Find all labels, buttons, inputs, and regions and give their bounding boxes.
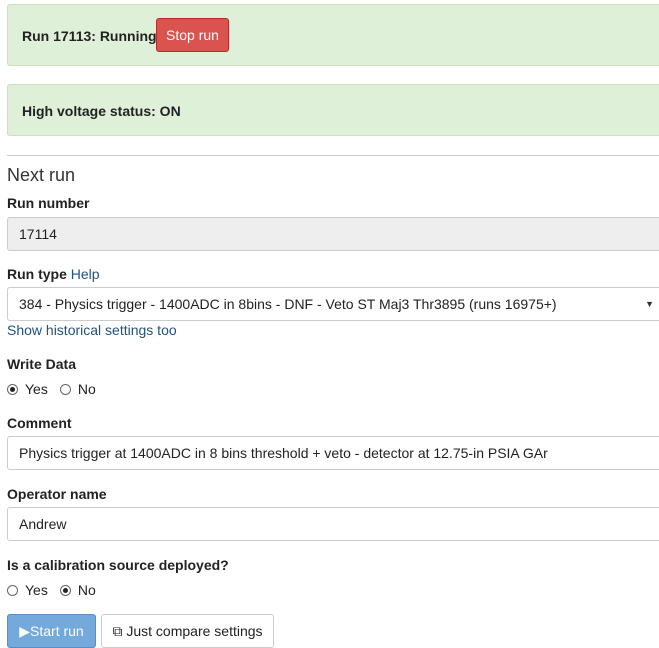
- calibration-no-label[interactable]: No: [78, 582, 96, 598]
- play-icon: ▶: [19, 623, 31, 639]
- copy-icon: ⧉: [112, 623, 123, 639]
- hv-status-text: High voltage status: ON: [22, 103, 181, 119]
- start-run-button[interactable]: ▶Start run: [7, 614, 96, 648]
- run-type-select[interactable]: 384 - Physics trigger - 1400ADC in 8bins…: [7, 287, 659, 321]
- calibration-yes-label[interactable]: Yes: [25, 582, 48, 598]
- compare-settings-label: Just compare settings: [126, 623, 263, 639]
- run-number-field: 17114: [7, 217, 659, 251]
- run-type-selected-value: 384 - Physics trigger - 1400ADC in 8bins…: [19, 296, 557, 312]
- calibration-no-radio[interactable]: [59, 584, 71, 596]
- write-data-no-radio[interactable]: [59, 383, 71, 395]
- divider: [7, 155, 659, 156]
- comment-input[interactable]: Physics trigger at 1400ADC in 8 bins thr…: [7, 436, 659, 470]
- show-historical-settings-link[interactable]: Show historical settings too: [7, 322, 177, 338]
- run-type-label: Run type: [7, 266, 67, 282]
- run-number-label: Run number: [7, 195, 90, 211]
- operator-name-label: Operator name: [7, 486, 107, 502]
- hv-status-alert: High voltage status: ON: [7, 84, 659, 136]
- run-type-label-row: Run type Help: [7, 266, 100, 282]
- write-data-label: Write Data: [7, 356, 76, 372]
- compare-settings-button[interactable]: ⧉ Just compare settings: [101, 614, 274, 648]
- write-data-yes-radio[interactable]: [7, 383, 18, 395]
- start-run-label: Start run: [30, 623, 84, 639]
- stop-run-button[interactable]: Stop run: [156, 18, 229, 52]
- write-data-radio-group: Yes No: [7, 381, 108, 397]
- calibration-yes-radio[interactable]: [7, 584, 18, 596]
- comment-label: Comment: [7, 415, 72, 431]
- run-status-text: Run 17113: Running: [22, 28, 157, 44]
- calibration-label: Is a calibration source deployed?: [7, 557, 229, 573]
- operator-name-input[interactable]: Andrew: [7, 507, 659, 541]
- next-run-legend: Next run: [7, 165, 76, 185]
- calibration-radio-group: Yes No: [7, 582, 108, 598]
- caret-down-icon: ▼: [645, 299, 654, 309]
- write-data-no-label[interactable]: No: [78, 381, 96, 397]
- run-type-help-link[interactable]: Help: [71, 266, 100, 282]
- run-status-alert: Run 17113: Running Stop run: [7, 4, 659, 66]
- write-data-yes-label[interactable]: Yes: [25, 381, 48, 397]
